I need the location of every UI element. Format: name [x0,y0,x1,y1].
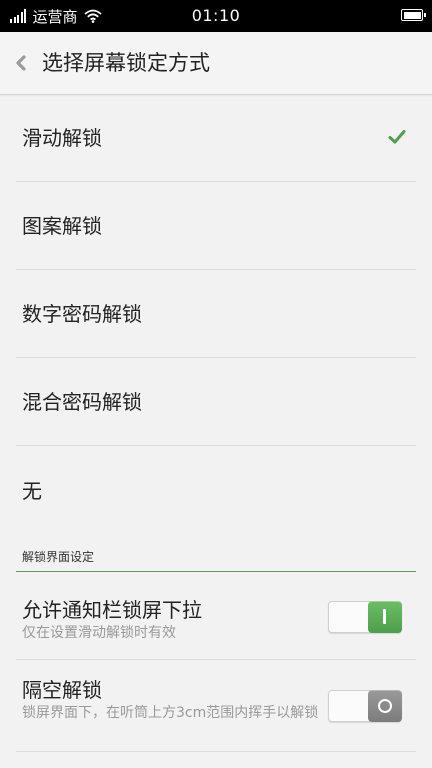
check-icon [388,130,406,144]
option-pattern-unlock[interactable]: 图案解锁 [0,182,432,270]
option-slide-unlock[interactable]: 滑动解锁 [0,94,432,182]
option-password-unlock[interactable]: 混合密码解锁 [0,358,432,446]
section-header: 解锁界面设定 [0,534,432,572]
setting-title: 隔空解锁 [22,678,102,702]
battery-icon [401,9,426,21]
air-gesture-toggle[interactable] [328,690,402,722]
screen: 运营商 01:10 选择屏幕锁定方式 滑动解锁 图案解锁 数字密码解锁 混合密码… [0,0,432,768]
header: 选择屏幕锁定方式 [0,32,432,95]
setting-description: 锁屏界面下，在听筒上方3cm范围内挥手以解锁 [22,705,319,721]
option-label: 无 [22,479,42,503]
section-title: 解锁界面设定 [22,550,95,564]
status-bar: 运营商 01:10 [0,0,432,32]
setting-air-gesture-unlock: 隔空解锁 锁屏界面下，在听筒上方3cm范围内挥手以解锁 [0,660,432,752]
option-label: 数字密码解锁 [22,302,142,326]
chevron-left-icon [16,55,26,71]
option-label: 图案解锁 [22,214,102,238]
notification-pulldown-toggle[interactable] [328,601,402,633]
setting-description: 仅在设置滑动解锁时有效 [22,625,176,641]
back-button[interactable] [10,49,32,77]
option-label: 混合密码解锁 [22,390,142,414]
option-pin-unlock[interactable]: 数字密码解锁 [0,270,432,358]
setting-notification-pulldown: 允许通知栏锁屏下拉 仅在设置滑动解锁时有效 [0,572,432,660]
option-none[interactable]: 无 [0,446,432,536]
page-title: 选择屏幕锁定方式 [42,51,210,75]
lock-method-list: 滑动解锁 图案解锁 数字密码解锁 混合密码解锁 无 [0,94,432,536]
option-label: 滑动解锁 [22,126,102,150]
setting-title: 允许通知栏锁屏下拉 [22,598,202,622]
status-time: 01:10 [191,6,241,25]
